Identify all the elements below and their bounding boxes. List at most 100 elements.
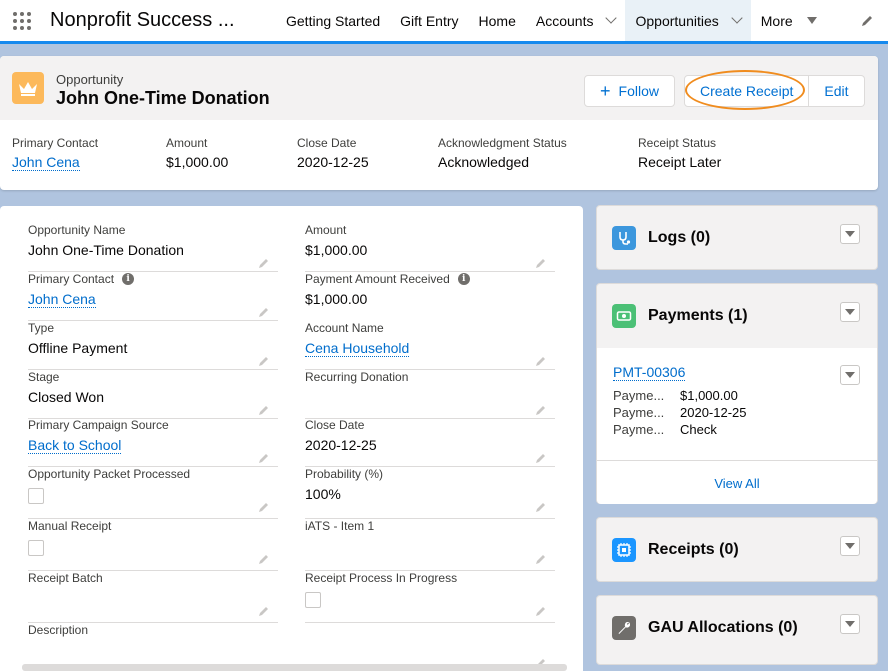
field-type: Type Offline Payment [28, 321, 278, 370]
follow-button[interactable]: + Follow [584, 75, 675, 107]
app-launcher-icon[interactable] [0, 0, 38, 41]
field-primary-contact: Primary Contact i John Cena [28, 272, 278, 321]
field-payment-amount-received: Payment Amount Received i $1,000.00 [305, 272, 555, 321]
edit-nav-pencil-icon[interactable] [860, 14, 874, 28]
highlight-label: Acknowledgment Status [438, 136, 567, 150]
pencil-icon[interactable] [258, 355, 270, 367]
pencil-icon[interactable] [258, 452, 270, 464]
payments-footer: View All [597, 460, 877, 504]
field-opportunity-name: Opportunity Name John One-Time Donation [28, 223, 278, 272]
caret-down-icon [845, 543, 855, 549]
payment-field-value: $1,000.00 [680, 388, 738, 403]
pencil-icon[interactable] [535, 257, 547, 269]
field-label: Receipt Process In Progress [305, 571, 458, 585]
field-value [305, 538, 555, 556]
account-name-link[interactable]: Cena Household [305, 340, 410, 357]
packet-processed-checkbox[interactable] [28, 488, 44, 504]
pencil-icon[interactable] [258, 404, 270, 416]
field-label: Recurring Donation [305, 370, 409, 384]
chevron-down-icon[interactable] [605, 12, 618, 24]
app-name: Nonprofit Success ... [50, 9, 235, 31]
field-manual-receipt: Manual Receipt [28, 519, 278, 571]
field-close-date: Close Date 2020-12-25 [305, 418, 555, 467]
follow-label: Follow [618, 83, 659, 99]
nav-item-opportunities[interactable]: Opportunities [625, 0, 751, 44]
caret-down-icon [845, 621, 855, 627]
info-icon[interactable]: i [457, 273, 470, 285]
field-label: Opportunity Packet Processed [28, 467, 191, 481]
nav-item-getting-started[interactable]: Getting Started [276, 0, 390, 41]
pencil-icon[interactable] [258, 306, 270, 318]
plus-icon: + [600, 81, 611, 101]
manual-receipt-checkbox[interactable] [28, 540, 44, 556]
field-label: Primary Campaign Source [28, 418, 169, 432]
details-panel: Opportunity Name John One-Time Donation … [0, 206, 583, 671]
payment-field-label: Payme... [613, 405, 665, 420]
logs-menu-dropdown[interactable] [840, 224, 860, 244]
nav-item-home[interactable]: Home [469, 0, 526, 41]
field-value: 100% [305, 486, 341, 502]
create-receipt-button[interactable]: Create Receipt [684, 75, 810, 107]
field-primary-campaign-source: Primary Campaign Source Back to School [28, 418, 278, 467]
field-label: Opportunity Name [28, 223, 126, 237]
payment-record: PMT-00306 Payme... $1,000.00 Payme... 2020… [597, 348, 877, 460]
payment-record-link[interactable]: PMT-00306 [613, 364, 686, 381]
view-all-link[interactable]: View All [597, 476, 877, 491]
field-label: Probability (%) [305, 467, 384, 481]
pencil-icon[interactable] [535, 404, 547, 416]
gau-allocations-title[interactable]: GAU Allocations (0) [648, 619, 798, 637]
field-label-row: Payment Amount Received i [305, 272, 555, 286]
highlight-primary-contact: Primary Contact John Cena [12, 136, 98, 171]
payment-row-menu[interactable] [840, 365, 860, 385]
payments-menu-dropdown[interactable] [840, 302, 860, 322]
chevron-down-icon[interactable] [731, 12, 743, 24]
field-opportunity-packet-processed: Opportunity Packet Processed [28, 467, 278, 519]
field-label: Payment Amount Received [305, 272, 450, 286]
nav-item-more[interactable]: More [751, 0, 827, 41]
pencil-icon[interactable] [535, 605, 547, 617]
nav-item-accounts[interactable]: Accounts [526, 0, 626, 41]
field-value: Offline Payment [28, 340, 128, 356]
field-account-name: Account Name Cena Household [305, 321, 555, 370]
receipts-menu-dropdown[interactable] [840, 536, 860, 556]
field-value: $1,000.00 [305, 291, 368, 307]
field-value: $1,000.00 [305, 242, 368, 258]
field-value: John One-Time Donation [28, 242, 184, 258]
highlight-value: $1,000.00 [166, 154, 229, 170]
caret-down-icon [806, 17, 817, 24]
payments-title[interactable]: Payments (1) [648, 307, 748, 325]
field-amount: Amount $1,000.00 [305, 223, 555, 272]
field-value [28, 590, 278, 608]
payment-field-label: Payme... [613, 422, 665, 437]
edit-button[interactable]: Edit [809, 75, 865, 107]
primary-contact-field-link[interactable]: John Cena [28, 291, 96, 308]
logs-card: Logs (0) [596, 205, 878, 270]
nav-item-gift-entry[interactable]: Gift Entry [390, 0, 468, 41]
receipts-title[interactable]: Receipts (0) [648, 541, 739, 559]
gau-menu-dropdown[interactable] [840, 614, 860, 634]
pencil-icon[interactable] [535, 501, 547, 513]
pencil-icon[interactable] [535, 355, 547, 367]
info-icon[interactable]: i [122, 273, 135, 285]
field-label: Description [28, 623, 89, 637]
field-receipt-batch: Receipt Batch [28, 571, 278, 623]
pencil-icon[interactable] [535, 553, 547, 565]
receipt-in-progress-checkbox[interactable] [305, 592, 321, 608]
nav-item-label: Accounts [535, 12, 594, 29]
highlight-label: Receipt Status [638, 136, 717, 150]
payment-field-label: Payme... [613, 388, 665, 403]
highlight-label: Amount [166, 136, 208, 150]
logs-title[interactable]: Logs (0) [648, 229, 710, 247]
field-label: Type [28, 321, 55, 335]
pencil-icon[interactable] [535, 452, 547, 464]
highlight-value: Acknowledged [438, 154, 530, 170]
pencil-icon[interactable] [258, 605, 270, 617]
pencil-icon[interactable] [258, 257, 270, 269]
campaign-source-link[interactable]: Back to School [28, 437, 122, 454]
pencil-icon[interactable] [258, 553, 270, 565]
primary-contact-link[interactable]: John Cena [12, 154, 80, 171]
payment-field-row: Payme... Check [613, 422, 747, 437]
pencil-icon[interactable] [258, 501, 270, 513]
highlight-amount: Amount $1,000.00 [166, 136, 228, 170]
field-value [28, 642, 555, 660]
